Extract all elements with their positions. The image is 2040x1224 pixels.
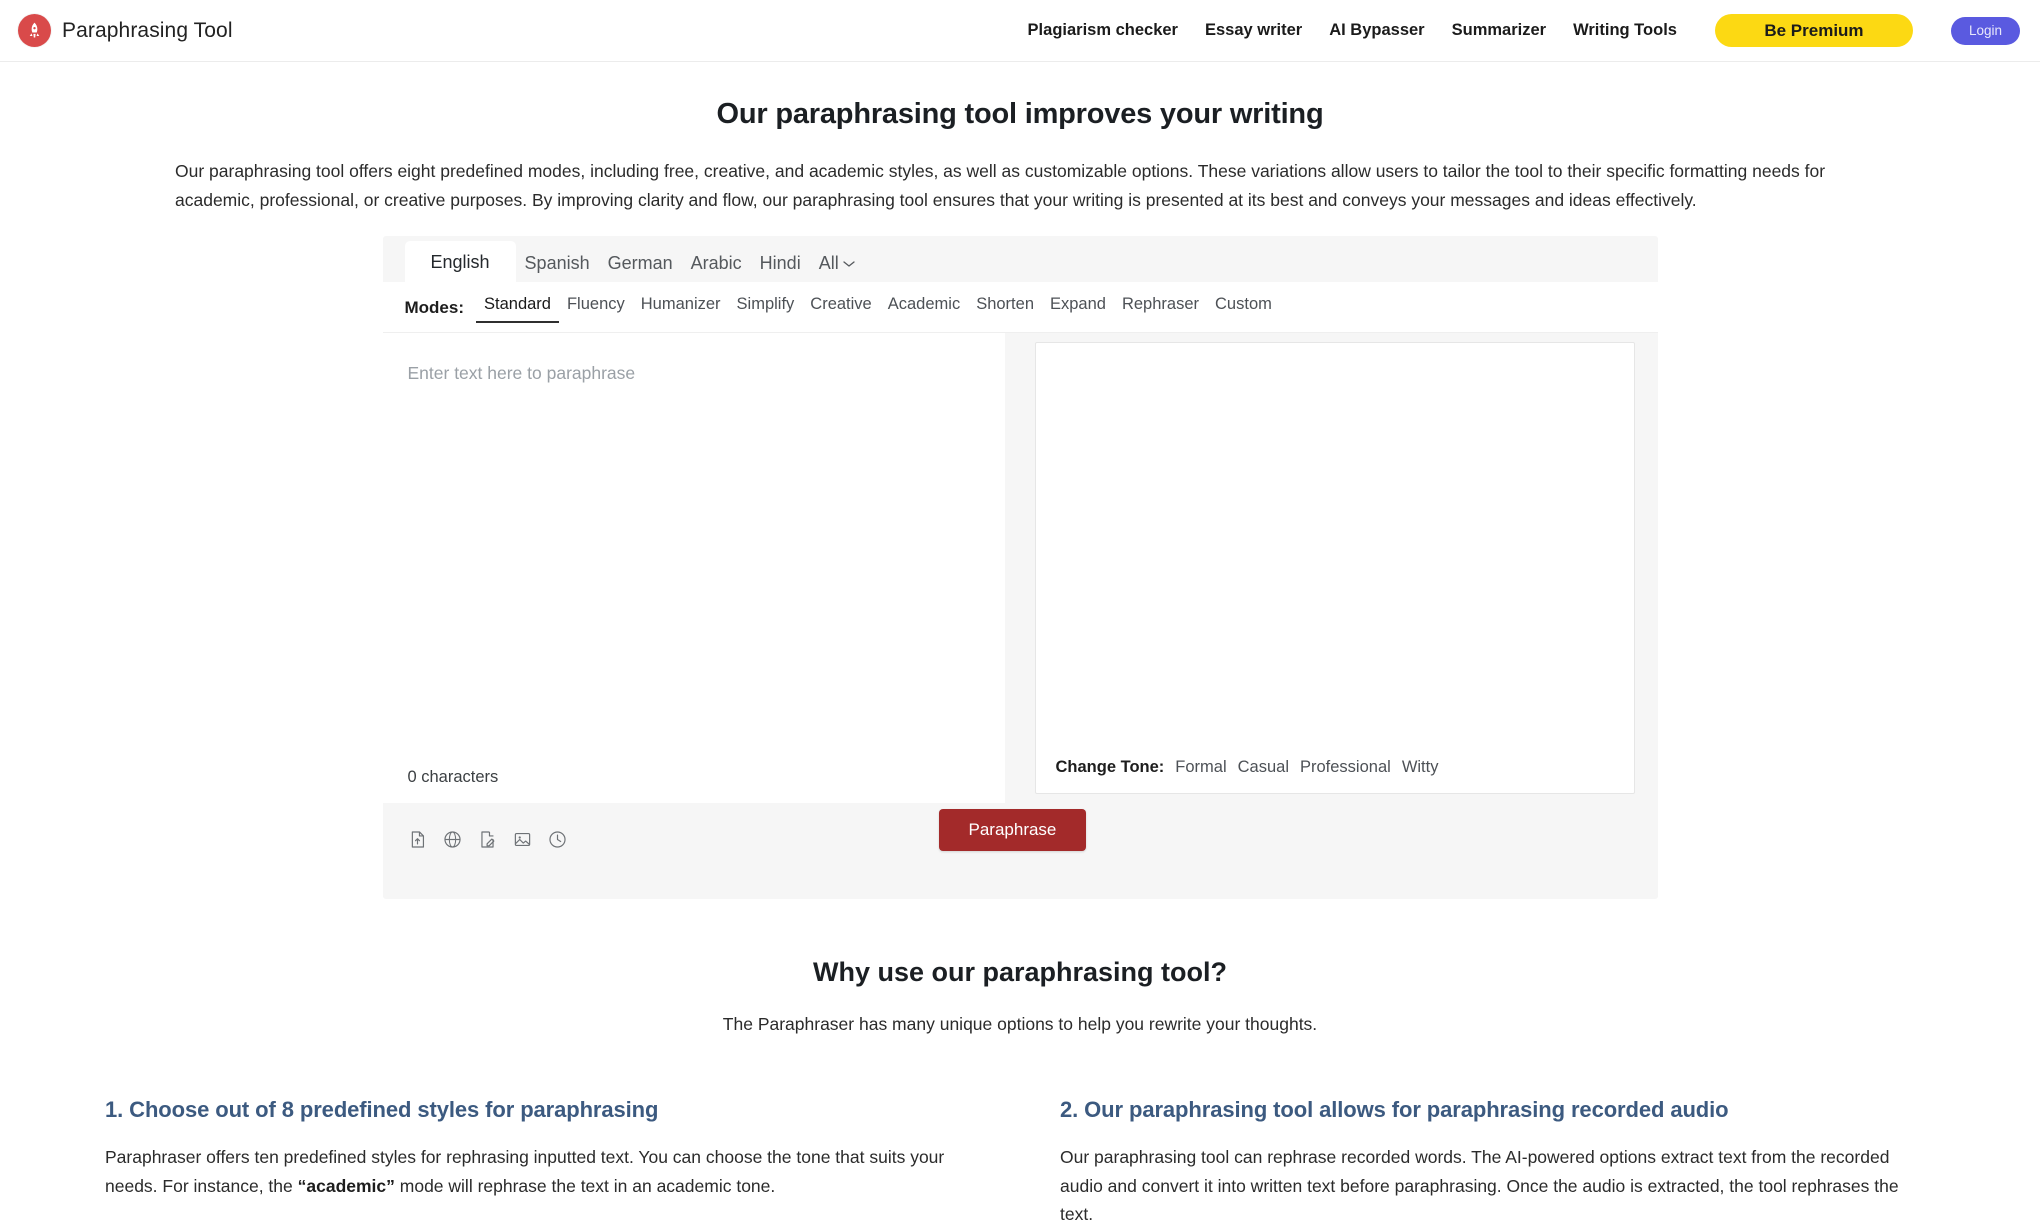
- modes-bar: Modes: Standard Fluency Humanizer Simpli…: [382, 282, 1658, 334]
- feature-body-1-emphasis: “academic”: [297, 1175, 395, 1196]
- rocket-logo-icon: [18, 14, 51, 47]
- brand-logo-group[interactable]: Paraphrasing Tool: [18, 14, 233, 47]
- paraphrasing-tool-panel: English Spanish German Arabic Hindi All …: [382, 236, 1658, 900]
- feature-body-1-part2: mode will rephrase the text in an academ…: [394, 1175, 776, 1196]
- edit-document-icon[interactable]: [478, 830, 497, 849]
- tone-formal[interactable]: Formal: [1175, 758, 1226, 777]
- tool-action-icons: [408, 830, 567, 849]
- why-section: Why use our paraphrasing tool? The Parap…: [0, 957, 2040, 1035]
- nav-link-essay-writer[interactable]: Essay writer: [1205, 21, 1302, 40]
- mode-custom[interactable]: Custom: [1207, 292, 1280, 323]
- paraphrasing-tool-wrapper: English Spanish German Arabic Hindi All …: [0, 236, 2040, 900]
- language-tab-all-label: All: [818, 253, 839, 274]
- language-tab-english[interactable]: English: [404, 241, 516, 283]
- upload-document-icon[interactable]: [408, 830, 427, 849]
- hero-description: Our paraphrasing tool offers eight prede…: [175, 161, 1826, 210]
- features-section: 1. Choose out of 8 predefined styles for…: [0, 1097, 2040, 1224]
- feature-item-1: 1. Choose out of 8 predefined styles for…: [105, 1097, 980, 1224]
- input-placeholder: Enter text here to paraphrase: [407, 363, 636, 384]
- language-tab-all[interactable]: All: [810, 243, 864, 282]
- be-premium-button[interactable]: Be Premium: [1714, 14, 1913, 47]
- why-subtitle: The Paraphraser has many unique options …: [722, 1014, 1318, 1035]
- nav-link-ai-bypasser[interactable]: AI Bypasser: [1329, 21, 1424, 40]
- mode-academic[interactable]: Academic: [880, 292, 968, 323]
- page-title: Our paraphrasing tool improves your writ…: [716, 98, 1324, 130]
- mode-standard[interactable]: Standard: [476, 292, 559, 324]
- paraphrase-button[interactable]: Paraphrase: [938, 809, 1087, 852]
- nav-link-writing-tools[interactable]: Writing Tools: [1573, 21, 1677, 40]
- feature-body-2-part1: Our paraphrasing tool can rephrase recor…: [1060, 1147, 1899, 1224]
- mode-shorten[interactable]: Shorten: [968, 292, 1042, 323]
- feature-title-1: 1. Choose out of 8 predefined styles for…: [105, 1097, 659, 1123]
- nav-link-summarizer[interactable]: Summarizer: [1452, 21, 1546, 40]
- mode-simplify[interactable]: Simplify: [729, 292, 803, 323]
- mode-fluency[interactable]: Fluency: [559, 292, 633, 323]
- feature-title-2: 2. Our paraphrasing tool allows for para…: [1060, 1097, 1729, 1123]
- language-tab-arabic[interactable]: Arabic: [682, 243, 751, 282]
- pane-divider: [1004, 333, 1035, 804]
- language-tab-spanish[interactable]: Spanish: [516, 243, 599, 282]
- site-header: Paraphrasing Tool Plagiarism checker Ess…: [0, 0, 2040, 62]
- change-tone-row: Change Tone: Formal Casual Professional …: [1036, 758, 1634, 793]
- output-pane[interactable]: Change Tone: Formal Casual Professional …: [1034, 342, 1635, 795]
- why-title: Why use our paraphrasing tool?: [812, 957, 1228, 988]
- tool-footer: Paraphrase: [383, 803, 1658, 859]
- tone-professional[interactable]: Professional: [1300, 758, 1391, 777]
- editor-panes: Enter text here to paraphrase 0 characte…: [382, 333, 1658, 804]
- login-button[interactable]: Login: [1950, 16, 2020, 45]
- mode-creative[interactable]: Creative: [802, 292, 879, 323]
- language-tab-german[interactable]: German: [599, 243, 682, 282]
- nav-link-plagiarism-checker[interactable]: Plagiarism checker: [1028, 21, 1178, 40]
- chevron-down-icon: [843, 253, 855, 271]
- tone-casual[interactable]: Casual: [1238, 758, 1289, 777]
- mode-rephraser[interactable]: Rephraser: [1114, 292, 1207, 323]
- history-clock-icon[interactable]: [548, 830, 567, 849]
- language-tab-hindi[interactable]: Hindi: [751, 243, 810, 282]
- modes-label: Modes:: [404, 297, 465, 317]
- feature-item-2: 2. Our paraphrasing tool allows for para…: [1060, 1097, 1935, 1224]
- tone-witty[interactable]: Witty: [1402, 758, 1439, 777]
- feature-body-2: Our paraphrasing tool can rephrase recor…: [1060, 1143, 1935, 1224]
- upload-image-icon[interactable]: [513, 830, 532, 849]
- main-navigation: Plagiarism checker Essay writer AI Bypas…: [1028, 14, 2020, 47]
- brand-name: Paraphrasing Tool: [62, 18, 233, 42]
- hero-section: Our paraphrasing tool improves your writ…: [0, 62, 2040, 214]
- mode-humanizer[interactable]: Humanizer: [633, 292, 729, 323]
- change-tone-label: Change Tone:: [1055, 758, 1165, 777]
- character-count: 0 characters: [407, 768, 499, 787]
- input-pane[interactable]: Enter text here to paraphrase 0 characte…: [382, 333, 1005, 804]
- language-tab-bar: English Spanish German Arabic Hindi All: [383, 236, 1658, 283]
- mode-expand[interactable]: Expand: [1042, 292, 1114, 323]
- feature-body-1: Paraphraser offers ten predefined styles…: [105, 1143, 980, 1200]
- translate-globe-icon[interactable]: [443, 830, 462, 849]
